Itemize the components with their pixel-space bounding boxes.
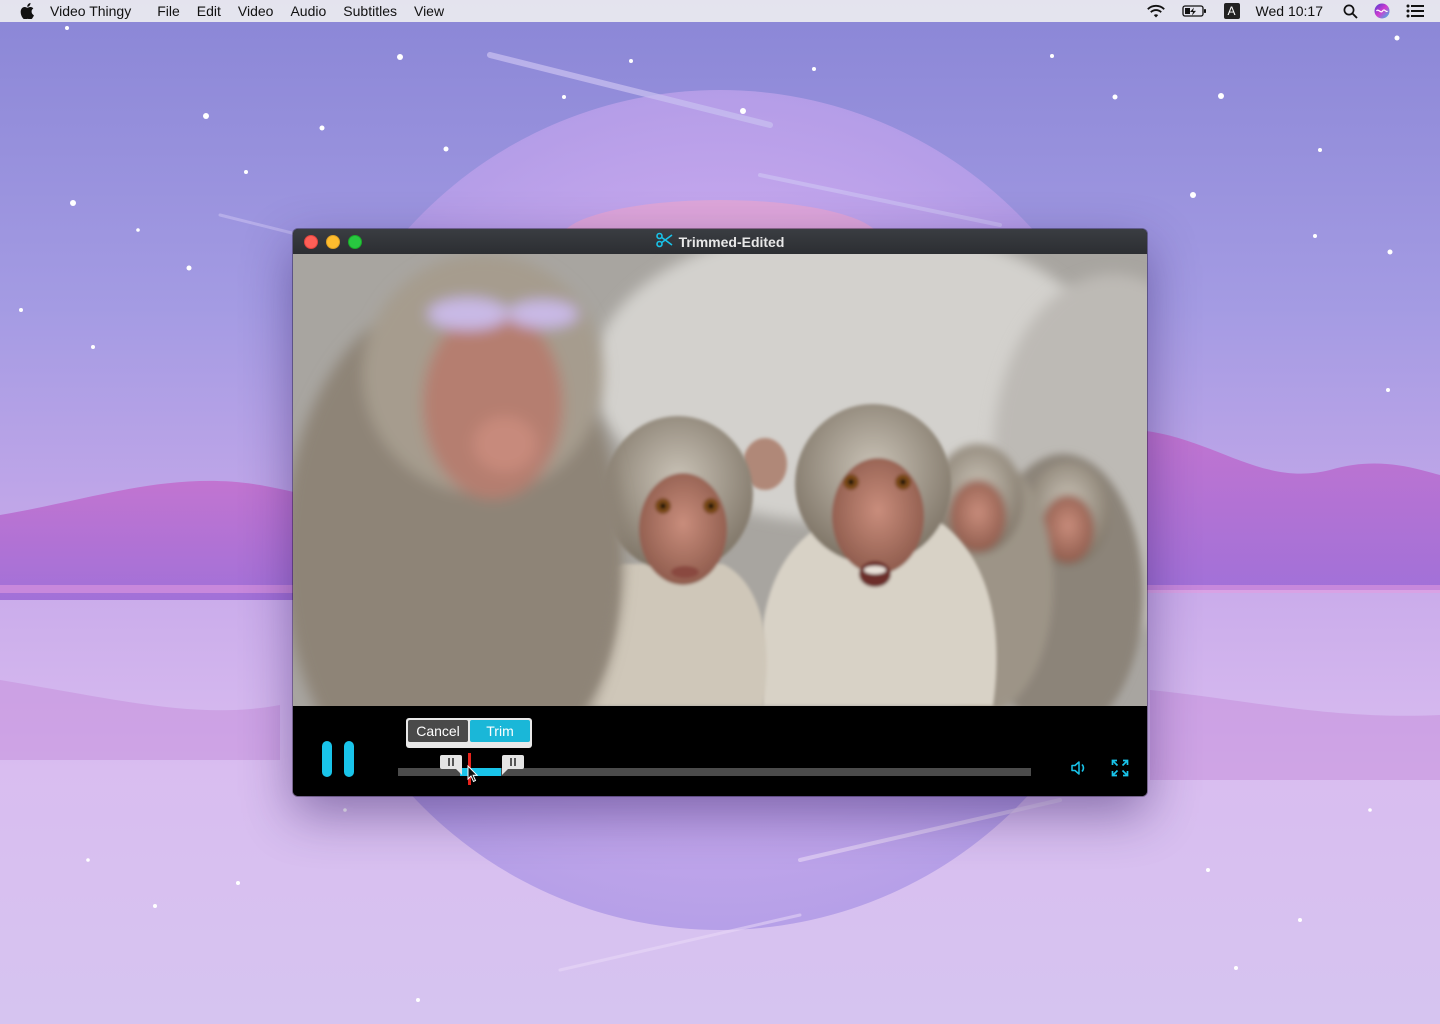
zoom-window-button[interactable] [348,235,362,249]
scissors-icon [655,232,673,251]
input-source-icon[interactable]: A [1223,3,1240,19]
volume-icon[interactable] [1070,759,1088,777]
spotlight-search-icon[interactable] [1343,4,1358,19]
menu-bar: Video Thingy File Edit Video Audio Subti… [0,0,1440,22]
siri-icon[interactable] [1374,3,1390,19]
playback-controls: Cancel Trim [293,706,1147,796]
menu-view[interactable]: View [414,0,444,22]
close-window-button[interactable] [304,235,318,249]
menu-edit[interactable]: Edit [197,0,221,22]
menu-clock[interactable]: Wed 10:17 [1256,3,1323,19]
pause-bar-right [344,741,354,777]
window-titlebar[interactable]: Trimmed-Edited [293,229,1147,254]
minimize-window-button[interactable] [326,235,340,249]
video-frame[interactable] [293,254,1147,706]
battery-charging-icon[interactable] [1181,4,1208,18]
confirm-trim-button[interactable]: Trim [470,720,530,742]
trim-start-handle-pointer [454,767,462,775]
window-title: Trimmed-Edited [678,233,785,250]
trim-start-handle[interactable] [440,755,462,775]
trim-end-handle-pointer [502,767,510,775]
menu-subtitles[interactable]: Subtitles [343,0,397,22]
trim-end-handle[interactable] [502,755,524,775]
timeline-track[interactable] [398,753,1031,785]
apple-menu-icon[interactable] [18,2,36,20]
cancel-trim-button[interactable]: Cancel [408,720,468,742]
mouse-pointer-icon [467,764,479,788]
trim-action-bar: Cancel Trim [406,718,532,748]
video-player-window: Trimmed-Edited Cancel Trim [293,229,1147,796]
pause-bar-left [322,741,332,777]
window-title-group: Trimmed-Edited [655,232,785,251]
wifi-icon[interactable] [1146,4,1166,19]
menu-audio[interactable]: Audio [290,0,326,22]
app-name-menu[interactable]: Video Thingy [50,0,131,22]
notification-center-icon[interactable] [1406,4,1424,18]
pause-button[interactable] [321,741,357,779]
window-controls [304,235,362,249]
menu-video[interactable]: Video [238,0,274,22]
menu-file[interactable]: File [157,0,180,22]
fullscreen-icon[interactable] [1111,759,1129,777]
